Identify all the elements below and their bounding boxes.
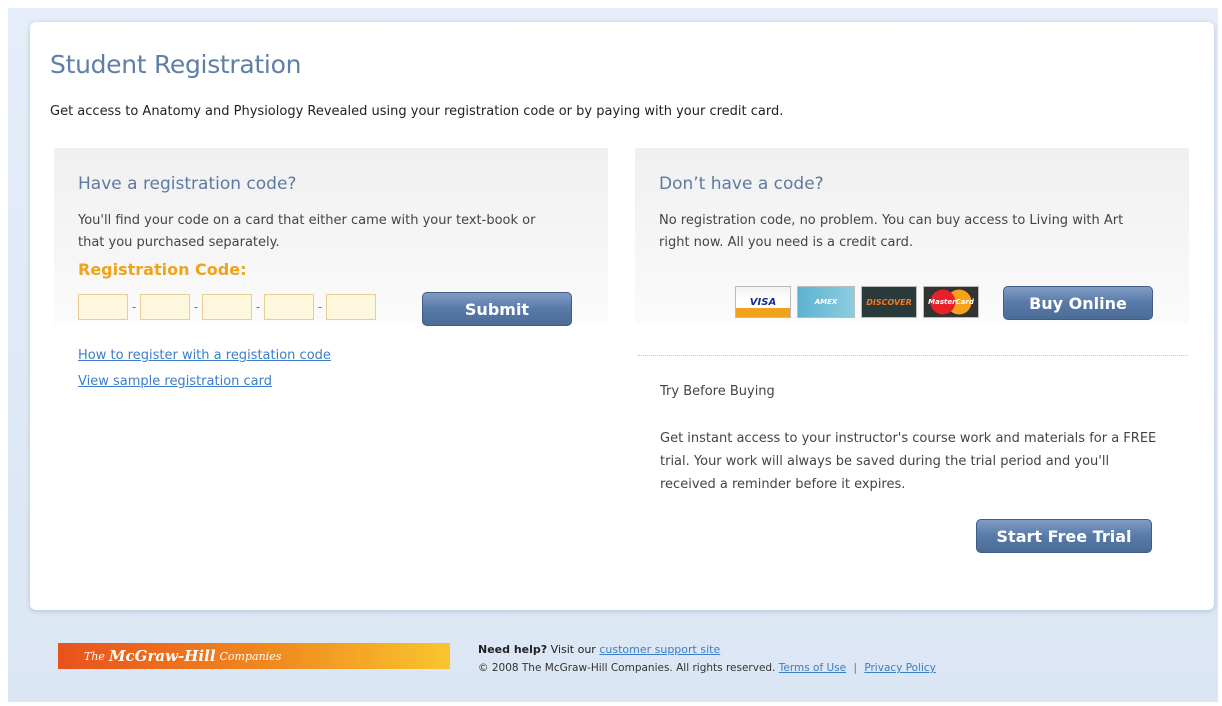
view-sample-card-link[interactable]: View sample registration card: [78, 374, 331, 389]
help-links: How to register with a registation code …: [78, 348, 331, 400]
registration-code-description: You'll find your code on a card that eit…: [78, 213, 536, 250]
registration-code-fields: - - - -: [78, 294, 376, 320]
footer-separator: |: [853, 662, 857, 674]
copyright-text: © 2008 The McGraw-Hill Companies. All ri…: [478, 662, 776, 674]
credit-card-logos: VISA AMEX DISCOVER MasterCard: [735, 286, 979, 318]
trial-description: Get instant access to your instructor's …: [660, 431, 1157, 492]
discover-icon: DISCOVER: [861, 286, 917, 318]
code-field-1[interactable]: [78, 294, 128, 320]
code-field-5[interactable]: [326, 294, 376, 320]
how-to-register-link[interactable]: How to register with a registation code: [78, 348, 331, 363]
registration-code-label: Registration Code:: [78, 260, 247, 279]
registration-code-panel: Have a registration code? You'll find yo…: [54, 148, 608, 326]
logo-the: The: [84, 649, 105, 663]
code-field-4[interactable]: [264, 294, 314, 320]
code-separator: -: [193, 300, 199, 314]
mastercard-icon: MasterCard: [923, 286, 979, 318]
no-code-title: Don’t have a code?: [659, 174, 824, 194]
mcgraw-hill-logo: The McGraw-Hill Companies: [58, 643, 450, 669]
registration-card: Student Registration Get access to Anato…: [30, 22, 1214, 610]
code-field-3[interactable]: [202, 294, 252, 320]
logo-companies: Companies: [219, 649, 282, 663]
need-help-label: Need help?: [478, 643, 548, 656]
submit-button[interactable]: Submit: [422, 292, 572, 326]
privacy-policy-link[interactable]: Privacy Policy: [864, 662, 936, 674]
visa-icon: VISA: [735, 286, 791, 318]
try-before-buying-title: Try Before Buying: [660, 384, 775, 399]
page-intro: Get access to Anatomy and Physiology Rev…: [50, 104, 784, 119]
code-separator: -: [317, 300, 323, 314]
code-field-2[interactable]: [140, 294, 190, 320]
code-separator: -: [255, 300, 261, 314]
logo-brand: McGraw-Hill: [108, 647, 216, 665]
footer-help: Need help? Visit our customer support si…: [478, 643, 720, 656]
no-code-description: No registration code, no problem. You ca…: [659, 213, 1124, 250]
divider: [638, 355, 1188, 356]
buy-access-panel: Don’t have a code? No registration code,…: [635, 148, 1189, 324]
registration-code-title: Have a registration code?: [78, 174, 297, 194]
customer-support-link[interactable]: customer support site: [599, 643, 720, 656]
start-free-trial-button[interactable]: Start Free Trial: [976, 519, 1152, 553]
amex-icon: AMEX: [797, 286, 855, 318]
code-separator: -: [131, 300, 137, 314]
footer-copyright-row: © 2008 The McGraw-Hill Companies. All ri…: [478, 662, 936, 674]
buy-online-button[interactable]: Buy Online: [1003, 286, 1153, 320]
terms-of-use-link[interactable]: Terms of Use: [779, 662, 846, 674]
page-title: Student Registration: [50, 50, 302, 79]
visit-our-text: Visit our: [550, 643, 596, 656]
